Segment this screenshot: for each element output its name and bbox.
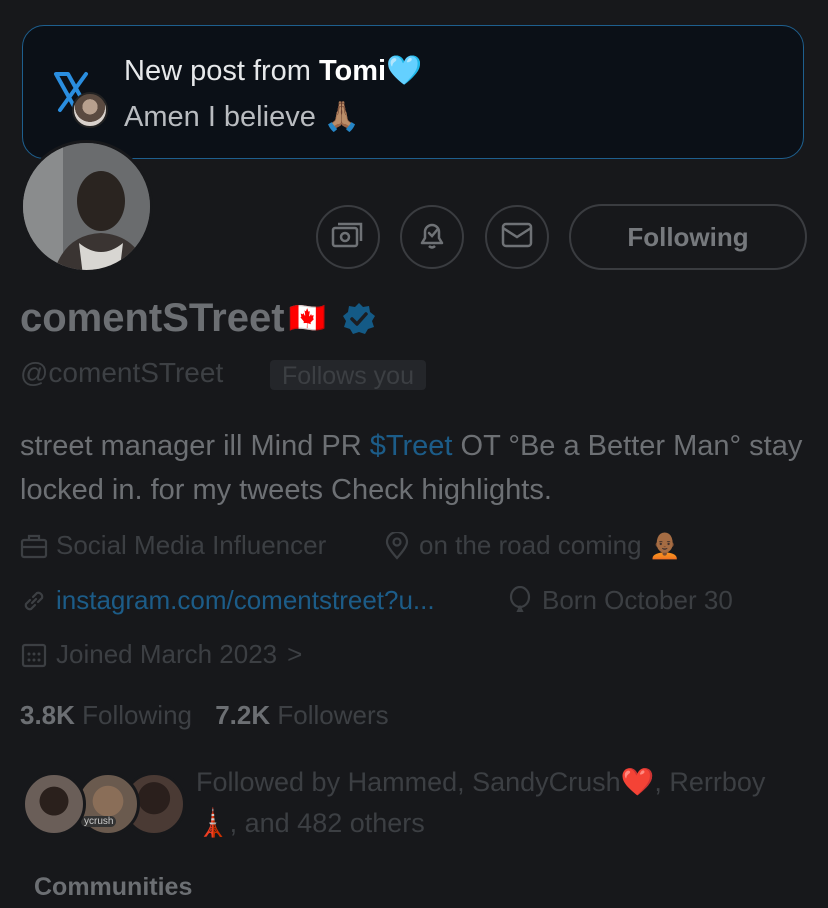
profile-bio: street manager ill Mind PR $Treet OT °Be…	[20, 430, 803, 506]
notification-author: Tomi	[319, 55, 387, 87]
location-pin-icon	[385, 531, 409, 560]
notify-button[interactable]	[400, 205, 464, 269]
message-button[interactable]	[485, 205, 549, 269]
mutual-followers-avatars[interactable]: ycrush	[22, 772, 186, 842]
following-stat[interactable]: 3.8K Following	[20, 700, 192, 730]
heart-emoji: 🩵	[386, 55, 423, 87]
following-button[interactable]: Following	[569, 204, 807, 270]
followed-by-text[interactable]: Followed by Hammed, SandyCrush❤️, Rerrbo…	[196, 762, 816, 844]
briefcase-icon	[20, 533, 48, 559]
profile-display-name: comentSTreet 🇨🇦	[20, 296, 376, 341]
profile-birthday: Born October 30	[508, 585, 733, 616]
profile-avatar[interactable]	[20, 140, 153, 273]
notification-body: Amen I believe 🙏🏽	[124, 101, 360, 133]
notification-banner[interactable]	[22, 25, 804, 159]
envelope-icon	[501, 222, 533, 253]
heart-emoji: ❤️	[620, 767, 655, 797]
subscribe-money-icon	[331, 220, 365, 255]
profile-handle: @comentSTreet	[20, 357, 224, 388]
canada-flag: 🇨🇦	[288, 302, 326, 335]
notification-sender-avatar	[72, 92, 108, 128]
avatar-tag: ycrush	[81, 816, 117, 827]
follows-you-badge: Follows you	[270, 360, 426, 390]
profile-category: Social Media Influencer	[20, 530, 326, 561]
tower-emoji: 🗼	[196, 808, 230, 838]
communities-section-title: Communities	[34, 873, 193, 901]
profile-stats: 3.8K Following 7.2K Followers	[20, 700, 389, 731]
bell-check-icon	[416, 219, 448, 256]
cashtag-link[interactable]: $Treet	[370, 430, 453, 462]
link-icon	[20, 587, 48, 615]
calendar-icon	[20, 641, 48, 669]
chevron-right-icon: >	[287, 639, 303, 669]
followers-stat[interactable]: 7.2K Followers	[215, 700, 388, 730]
profile-location: on the road coming 🧑🏾‍🦲	[385, 530, 681, 561]
profile-website[interactable]: instagram.com/comentstreet?u...	[20, 585, 435, 616]
balloon-icon	[508, 585, 532, 616]
profile-joined[interactable]: Joined March 2023 >	[20, 639, 302, 670]
mutual-avatar-1	[22, 772, 86, 836]
verified-badge-icon	[342, 302, 376, 336]
subscribe-button[interactable]	[316, 205, 380, 269]
notification-title: New post from Tomi🩵	[124, 55, 423, 87]
